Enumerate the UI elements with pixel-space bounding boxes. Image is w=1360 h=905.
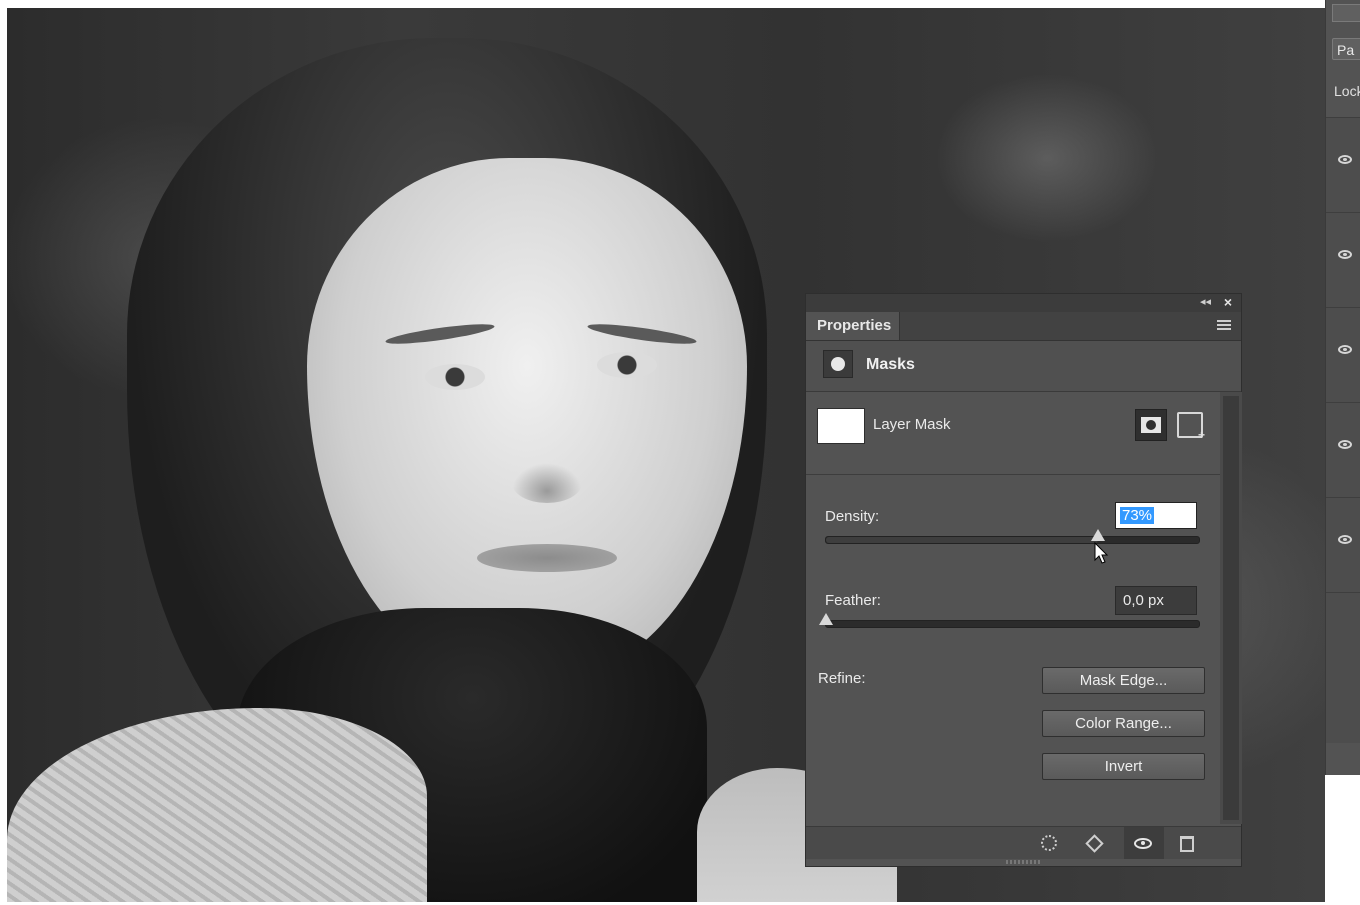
vector-mask-icon[interactable] <box>1177 412 1205 442</box>
layer-visibility-icon[interactable] <box>1338 535 1352 544</box>
feather-label: Feather: <box>825 592 881 609</box>
delete-icon[interactable] <box>1180 836 1194 852</box>
paths-tab[interactable]: Pa <box>1332 38 1360 60</box>
feather-slider[interactable] <box>819 613 1200 628</box>
layers-search-button[interactable] <box>1332 4 1360 22</box>
panel-title-bar[interactable]: ◂◂ × <box>806 294 1241 312</box>
photo-face <box>307 158 747 678</box>
layer-visibility-icon[interactable] <box>1338 250 1352 259</box>
close-icon[interactable]: × <box>1224 294 1232 310</box>
photo-eye-left <box>425 364 485 390</box>
layer-row[interactable] <box>1326 212 1360 307</box>
collapse-icon[interactable]: ◂◂ <box>1200 295 1211 308</box>
pixel-mask-icon[interactable] <box>1135 409 1167 441</box>
refine-label: Refine: <box>818 670 866 687</box>
lock-label: Lock <box>1334 83 1360 99</box>
layer-row[interactable] <box>1326 497 1360 592</box>
tab-properties[interactable]: Properties <box>806 312 900 340</box>
masks-header: Masks <box>806 341 1241 392</box>
density-slider-fill <box>826 537 1099 543</box>
density-slider-handle[interactable] <box>1091 529 1106 541</box>
layers-panel: Pa Lock <box>1325 0 1360 775</box>
section-title: Masks <box>866 356 915 373</box>
invert-button[interactable]: Invert <box>1042 753 1205 780</box>
masks-body: Layer Mask Density: 73% Feather: 0,0 px … <box>806 392 1220 824</box>
layer-visibility-icon[interactable] <box>1338 345 1352 354</box>
visibility-icon[interactable] <box>1134 838 1152 849</box>
feather-slider-handle[interactable] <box>819 613 833 625</box>
layer-mask-thumbnail <box>817 408 865 444</box>
photo-eye-right <box>597 352 657 378</box>
mouse-cursor-icon <box>1094 542 1109 564</box>
density-value: 73% <box>1120 507 1155 524</box>
resize-grip[interactable] <box>1006 860 1040 864</box>
layer-mask-label: Layer Mask <box>873 416 951 433</box>
density-input[interactable]: 73% <box>1115 502 1197 529</box>
layer-row[interactable] <box>1326 307 1360 402</box>
mask-edge-button[interactable]: Mask Edge... <box>1042 667 1205 694</box>
layer-visibility-icon[interactable] <box>1338 440 1352 449</box>
color-range-button[interactable]: Color Range... <box>1042 710 1205 737</box>
photo-sweater-left <box>7 708 427 902</box>
density-slider[interactable] <box>825 529 1200 544</box>
panel-scrollbar[interactable] <box>1220 392 1242 824</box>
apply-mask-icon[interactable] <box>1085 834 1104 853</box>
layer-row[interactable] <box>1326 117 1360 212</box>
photo-lips <box>477 544 617 572</box>
feather-input[interactable]: 0,0 px <box>1115 586 1197 615</box>
density-label: Density: <box>825 508 880 525</box>
panel-footer <box>806 826 1241 859</box>
scrollbar-thumb[interactable] <box>1223 396 1239 820</box>
mask-icon <box>823 350 853 378</box>
properties-panel: ◂◂ × Properties Masks Layer Mask Density… <box>805 293 1242 867</box>
layers-empty-area <box>1326 592 1360 743</box>
panel-tab-bar: Properties <box>806 312 1241 341</box>
load-selection-icon[interactable] <box>1041 835 1057 851</box>
panel-menu-icon[interactable] <box>1217 320 1231 332</box>
layer-visibility-icon[interactable] <box>1338 155 1352 164</box>
photo-nose <box>512 463 582 503</box>
layer-row[interactable] <box>1326 402 1360 497</box>
divider <box>806 474 1220 475</box>
